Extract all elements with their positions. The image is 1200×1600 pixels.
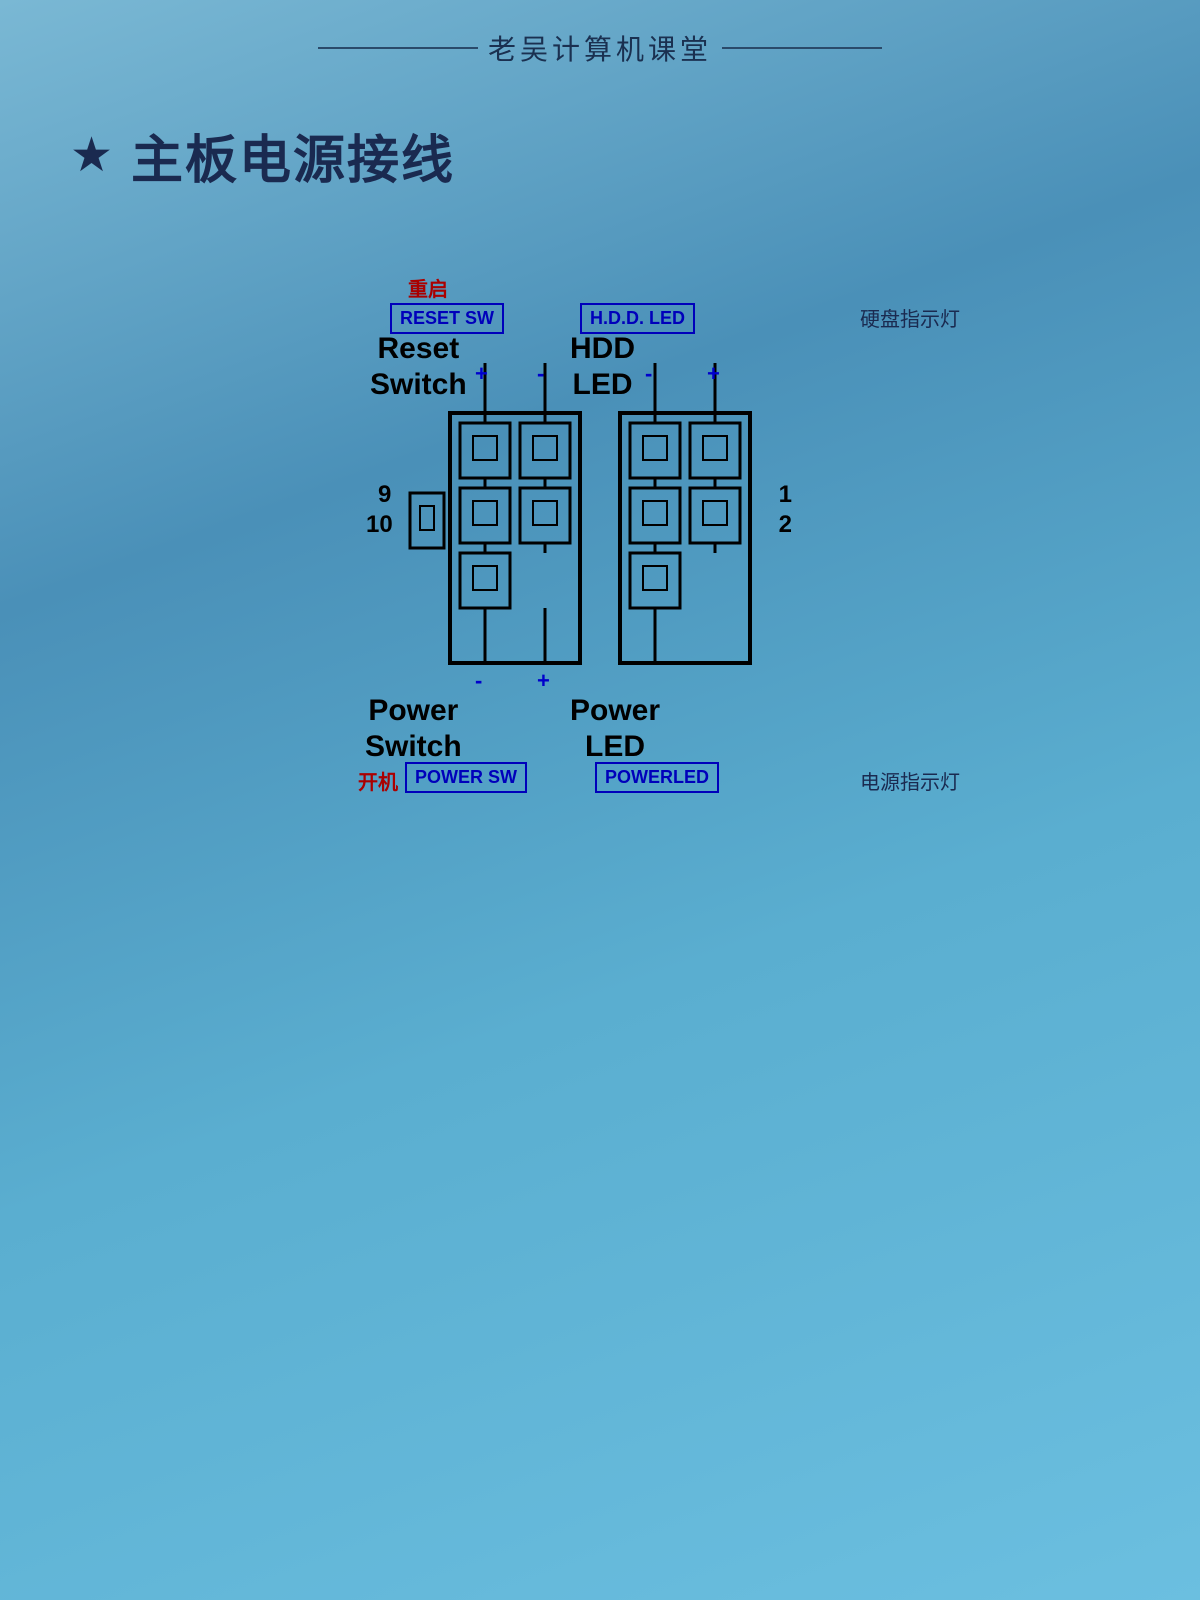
- text-power-switch: Power Switch: [365, 693, 462, 765]
- label-powerled-box: POWERLED: [595, 762, 719, 793]
- header-line-left: [318, 47, 478, 49]
- pin-1-label: 1: [779, 481, 792, 509]
- pin-9-label: 9: [378, 481, 391, 509]
- header-line-right: [722, 47, 882, 49]
- svg-text:+: +: [475, 361, 488, 386]
- svg-text:-: -: [475, 668, 482, 693]
- svg-text:+: +: [707, 361, 720, 386]
- hdd-line1: HDD: [570, 331, 635, 367]
- label-hdd-led-box: H.D.D. LED: [580, 303, 695, 334]
- label-kaiji: 开机: [358, 766, 398, 795]
- header-title: 老吴计算机课堂: [488, 28, 712, 68]
- page-title-section: ★ 主板电源接线: [0, 68, 1200, 223]
- power-led-line1: Power: [570, 693, 660, 729]
- diagram-wrapper: + - - + - + 重启 RESET SW H.D.D. LED 硬盘指示灯…: [340, 263, 860, 843]
- hdd-line2: LED: [570, 367, 635, 403]
- label-chongqi: 重启: [408, 273, 448, 302]
- page-title: 主板电源接线: [131, 118, 455, 193]
- diagram-container: + - - + - + 重启 RESET SW H.D.D. LED 硬盘指示灯…: [0, 263, 1200, 843]
- svg-text:-: -: [537, 361, 544, 386]
- svg-text:-: -: [645, 361, 652, 386]
- svg-text:+: +: [537, 668, 550, 693]
- power-led-line2: LED: [570, 729, 660, 765]
- text-reset-switch: Reset Switch: [370, 331, 467, 403]
- label-hardisk-indicator: 硬盘指示灯: [860, 303, 960, 332]
- pin-2-label: 2: [779, 511, 792, 539]
- text-hdd-led: HDD LED: [570, 331, 635, 403]
- label-power-led-indicator: 电源指示灯: [860, 766, 960, 795]
- reset-line1: Reset: [370, 331, 467, 367]
- star-icon: ★: [70, 132, 113, 180]
- label-reset-sw-box: RESET SW: [390, 303, 504, 334]
- header-section: 老吴计算机课堂: [0, 0, 1200, 68]
- pin-10-label: 10: [366, 511, 393, 539]
- text-power-led: Power LED: [570, 693, 660, 765]
- power-sw-line2: Switch: [365, 729, 462, 765]
- label-power-sw-box: POWER SW: [405, 762, 527, 793]
- power-sw-line1: Power: [365, 693, 462, 729]
- reset-line2: Switch: [370, 367, 467, 403]
